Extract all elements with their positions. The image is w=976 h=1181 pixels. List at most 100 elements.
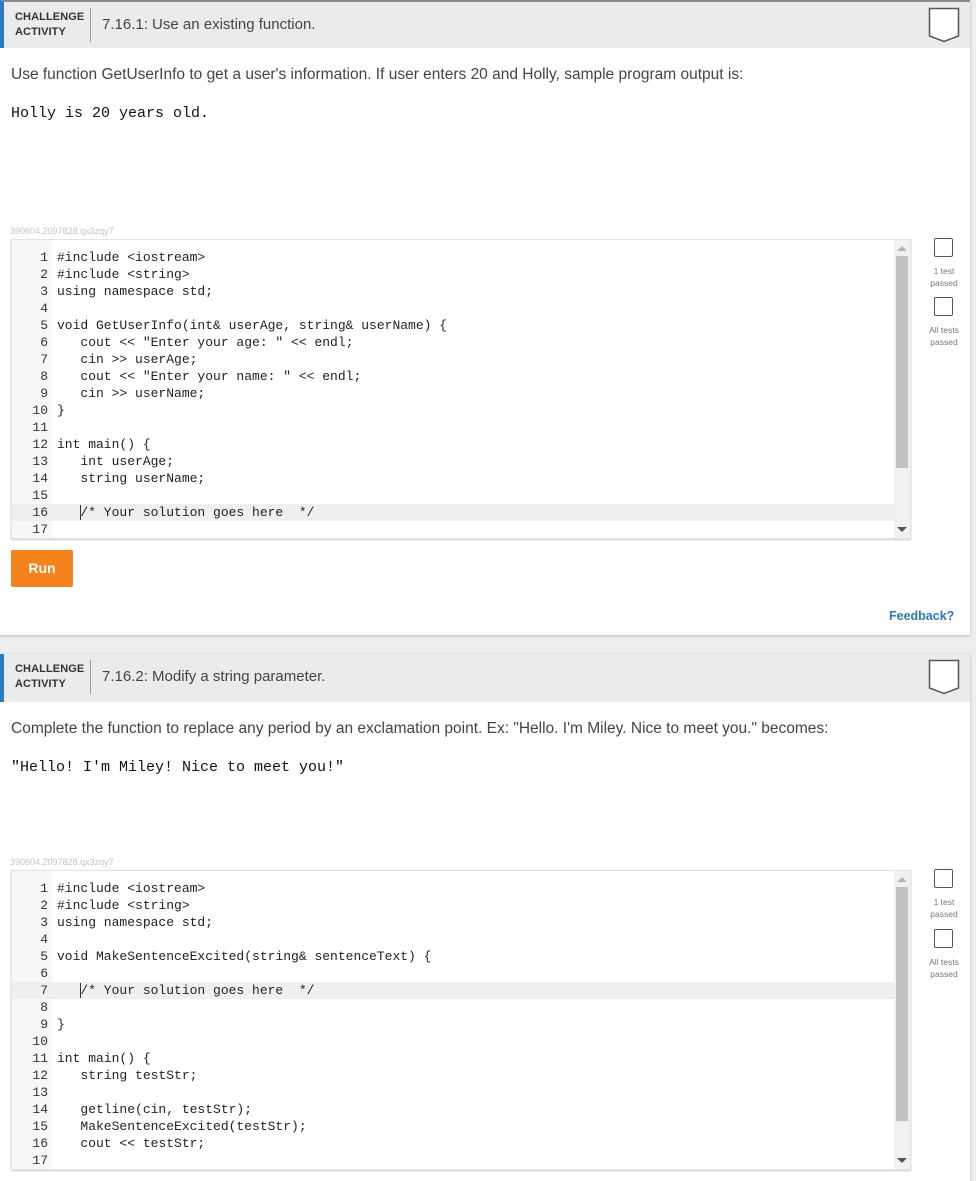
code-text[interactable]: #include <string> bbox=[57, 897, 190, 914]
code-text[interactable]: cin >> userAge; bbox=[57, 351, 197, 368]
code-line[interactable]: 11 int main() { bbox=[12, 1050, 894, 1067]
code-text[interactable]: cout << "Enter your name: " << endl; bbox=[57, 368, 361, 385]
code-editor[interactable]: 1 #include <iostream> 2 #include <string> 3 u… bbox=[11, 870, 911, 1170]
code-line[interactable]: 10 bbox=[12, 1033, 894, 1050]
code-line[interactable]: 15 bbox=[12, 487, 894, 504]
feedback-link[interactable]: Feedback? bbox=[889, 609, 954, 623]
code-line[interactable]: 3 using namespace std; bbox=[12, 283, 894, 300]
code-line[interactable]: 14 getline(cin, testStr); bbox=[12, 1101, 894, 1118]
code-text[interactable]: /* Your solution goes here */ bbox=[57, 504, 314, 521]
editor-scrollbar[interactable] bbox=[894, 871, 910, 1169]
code-text[interactable]: #include <iostream> bbox=[57, 880, 205, 897]
scroll-thumb[interactable] bbox=[896, 256, 908, 468]
code-text[interactable]: #include <string> bbox=[57, 266, 190, 283]
header-divider bbox=[90, 660, 91, 694]
code-text[interactable]: getline(cin, testStr); bbox=[57, 1101, 252, 1118]
code-line[interactable]: 16 /* Your solution goes here */ bbox=[12, 504, 894, 521]
code-line[interactable]: 13 bbox=[12, 1084, 894, 1101]
line-number: 11 bbox=[32, 1051, 48, 1066]
challenge-card: CHALLENGE ACTIVITY 7.16.1: Use an existi… bbox=[0, 0, 970, 635]
code-text[interactable]: /* Your solution goes here */ bbox=[57, 982, 314, 999]
challenge-title: 7.16.2: Modify a string parameter. bbox=[102, 668, 326, 685]
code-line[interactable]: 17 bbox=[12, 1152, 894, 1169]
scroll-down-icon[interactable] bbox=[897, 527, 907, 532]
line-number: 12 bbox=[32, 1068, 48, 1083]
code-line[interactable]: 12 string testStr; bbox=[12, 1067, 894, 1084]
code-text[interactable]: string userName; bbox=[57, 470, 205, 487]
code-text[interactable]: void GetUserInfo(int& userAge, string& u… bbox=[57, 317, 447, 334]
line-number: 16 bbox=[32, 1136, 48, 1151]
code-text[interactable]: MakeSentenceExcited(testStr); bbox=[57, 1118, 306, 1135]
code-line[interactable]: 6 cout << "Enter your age: " << endl; bbox=[12, 334, 894, 351]
bookmark-icon[interactable] bbox=[928, 7, 960, 43]
code-text[interactable]: string testStr; bbox=[57, 1067, 197, 1084]
code-text[interactable]: } bbox=[57, 402, 65, 419]
code-line[interactable]: 1 #include <iostream> bbox=[12, 249, 894, 266]
code-line[interactable]: 13 int userAge; bbox=[12, 453, 894, 470]
sample-output: "Hello! I'm Miley! Nice to meet you!" bbox=[11, 759, 345, 776]
scroll-down-icon[interactable] bbox=[897, 1158, 907, 1163]
code-text[interactable]: cin >> userName; bbox=[57, 385, 205, 402]
code-line[interactable]: 1 #include <iostream> bbox=[12, 880, 894, 897]
editor-scrollbar[interactable] bbox=[894, 240, 910, 538]
line-number: 13 bbox=[32, 1085, 48, 1100]
text-cursor bbox=[80, 983, 81, 998]
code-text[interactable]: int main() { bbox=[57, 1050, 151, 1067]
code-line[interactable]: 9} bbox=[12, 1016, 894, 1033]
line-number: 15 bbox=[32, 1119, 48, 1134]
run-button[interactable]: Run bbox=[11, 550, 73, 587]
line-number: 9 bbox=[40, 386, 48, 401]
code-line[interactable]: 2 #include <string> bbox=[12, 266, 894, 283]
scroll-up-icon[interactable] bbox=[897, 246, 907, 251]
code-text[interactable]: } bbox=[57, 1016, 65, 1033]
code-line[interactable]: 16 cout << testStr; bbox=[12, 1135, 894, 1152]
code-text[interactable]: cout << testStr; bbox=[57, 1135, 205, 1152]
line-number: 16 bbox=[32, 505, 48, 520]
code-line[interactable]: 9 cin >> userName; bbox=[12, 385, 894, 402]
challenge-header: CHALLENGE ACTIVITY 7.16.2: Modify a stri… bbox=[0, 654, 970, 702]
code-line[interactable]: 5 void GetUserInfo(int& userAge, string& … bbox=[12, 317, 894, 334]
sample-output: Holly is 20 years old. bbox=[11, 105, 210, 122]
code-line[interactable]: 8 cout << "Enter your name: " << endl; bbox=[12, 368, 894, 385]
code-line[interactable]: 15 MakeSentenceExcited(testStr); bbox=[12, 1118, 894, 1135]
code-line[interactable]: 7 /* Your solution goes here */ bbox=[12, 982, 894, 999]
code-line[interactable]: 6 bbox=[12, 965, 894, 982]
code-text[interactable]: cout << "Enter your age: " << endl; bbox=[57, 334, 353, 351]
code-text[interactable]: #include <iostream> bbox=[57, 249, 205, 266]
code-line[interactable]: 11 bbox=[12, 419, 894, 436]
line-number: 1 bbox=[40, 250, 48, 265]
code-line[interactable]: 10} bbox=[12, 402, 894, 419]
line-number: 15 bbox=[32, 488, 48, 503]
scroll-thumb[interactable] bbox=[896, 887, 908, 1121]
line-number: 3 bbox=[40, 915, 48, 930]
code-line[interactable]: 12 int main() { bbox=[12, 436, 894, 453]
code-line[interactable]: 5 void MakeSentenceExcited(string& senten… bbox=[12, 948, 894, 965]
code-editor[interactable]: 1 #include <iostream> 2 #include <string> 3 u… bbox=[11, 239, 911, 539]
code-line[interactable]: 2 #include <string> bbox=[12, 897, 894, 914]
code-text[interactable]: int userAge; bbox=[57, 453, 174, 470]
line-number: 1 bbox=[40, 881, 48, 896]
challenge-label-line2: ACTIVITY bbox=[15, 26, 66, 38]
challenge-label-line1: CHALLENGE bbox=[15, 663, 85, 675]
code-id: 390604.2097828.qx3zqy7 bbox=[10, 857, 114, 867]
line-number: 6 bbox=[40, 335, 48, 350]
code-line[interactable]: 3 using namespace std; bbox=[12, 914, 894, 931]
code-line[interactable]: 8 bbox=[12, 999, 894, 1016]
code-text[interactable]: int main() { bbox=[57, 436, 151, 453]
line-number: 4 bbox=[40, 301, 48, 316]
code-text[interactable]: using namespace std; bbox=[57, 914, 213, 931]
code-line[interactable]: 17 bbox=[12, 521, 894, 538]
line-number: 17 bbox=[32, 1153, 48, 1168]
code-line[interactable]: 7 cin >> userAge; bbox=[12, 351, 894, 368]
challenge-title: 7.16.1: Use an existing function. bbox=[102, 16, 316, 33]
line-number: 7 bbox=[40, 983, 48, 998]
scroll-up-icon[interactable] bbox=[897, 877, 907, 882]
code-line[interactable]: 4 bbox=[12, 300, 894, 317]
code-text[interactable]: using namespace std; bbox=[57, 283, 213, 300]
code-text[interactable]: void MakeSentenceExcited(string& sentenc… bbox=[57, 948, 431, 965]
code-line[interactable]: 4 bbox=[12, 931, 894, 948]
line-number: 2 bbox=[40, 267, 48, 282]
bookmark-icon[interactable] bbox=[928, 659, 960, 695]
code-line[interactable]: 14 string userName; bbox=[12, 470, 894, 487]
line-number: 8 bbox=[40, 1000, 48, 1015]
